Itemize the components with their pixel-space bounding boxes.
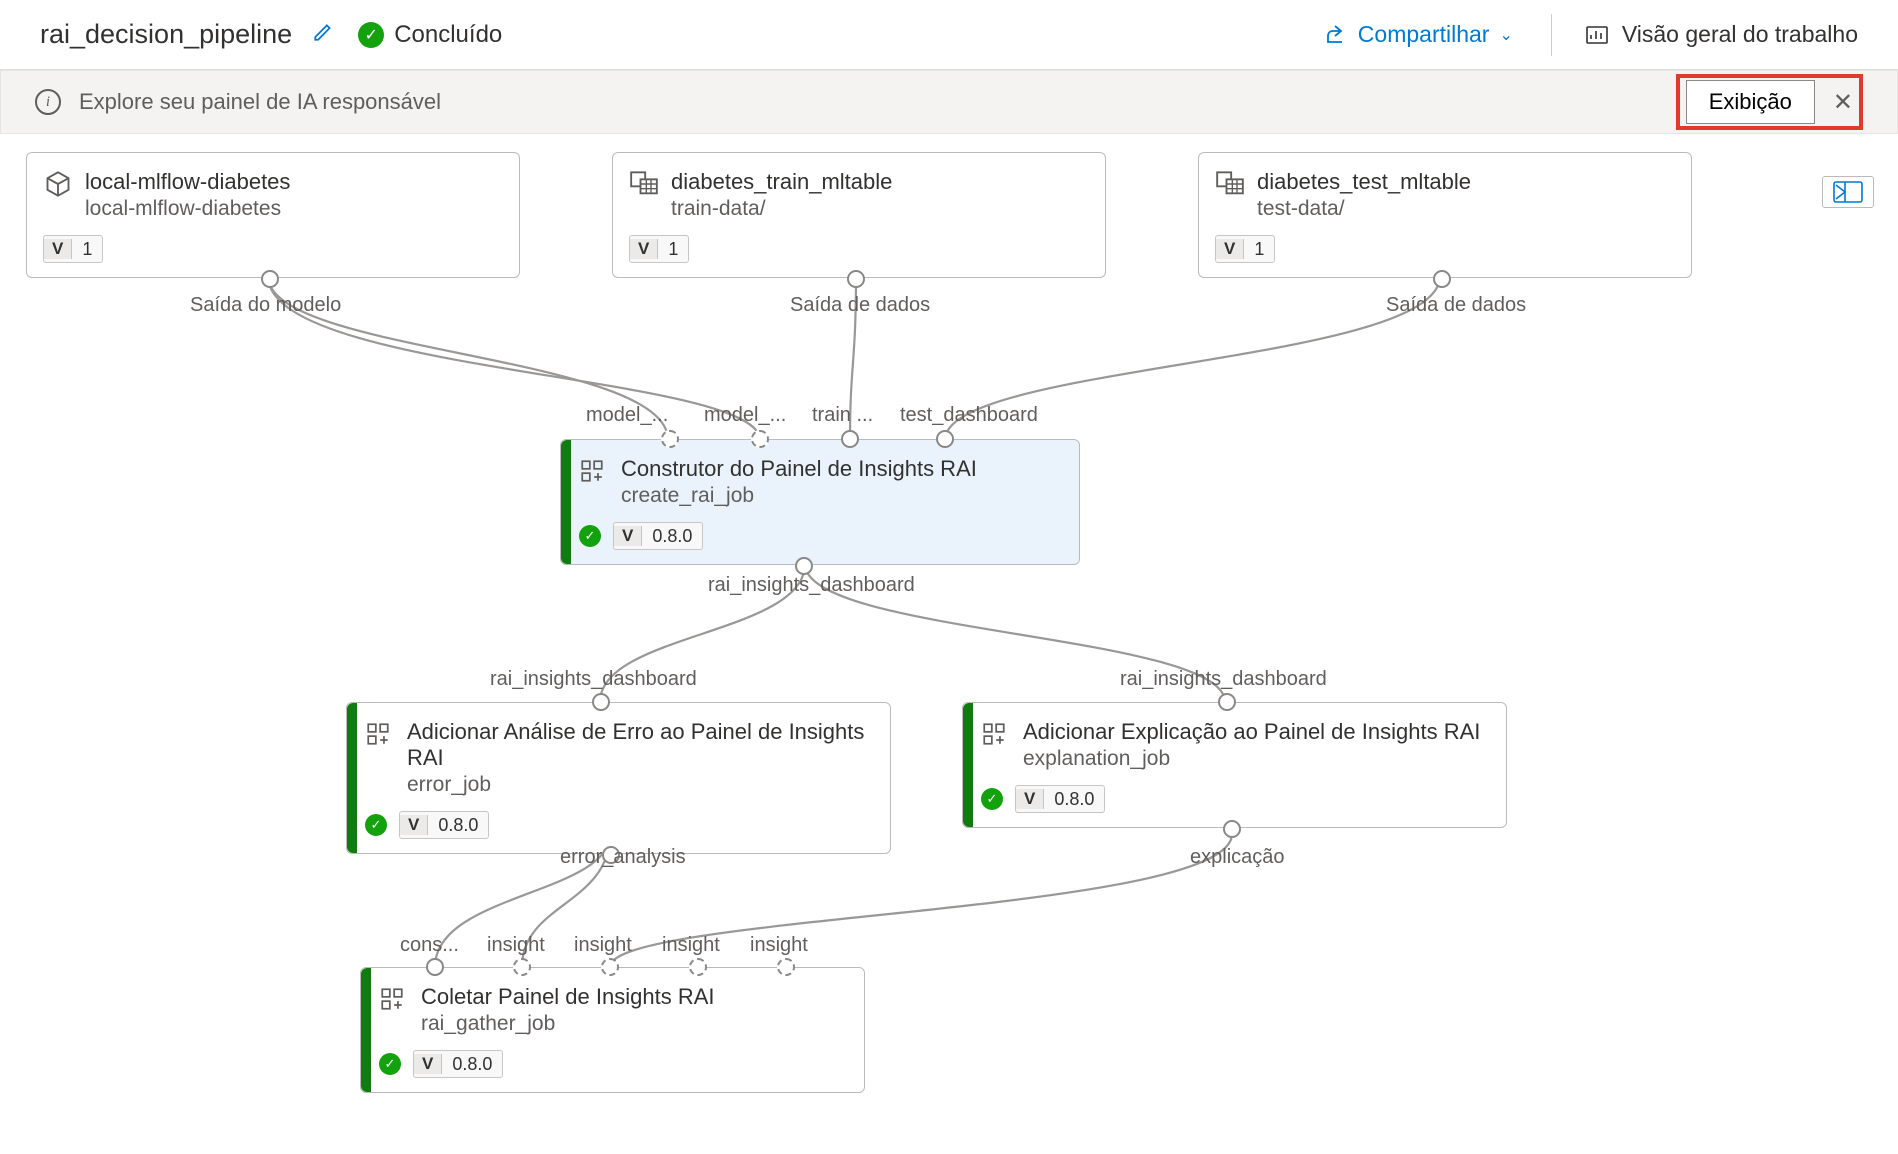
exhibit-button[interactable]: Exibição [1686,80,1815,124]
node-gather[interactable]: Coletar Painel de Insights RAI rai_gathe… [360,967,865,1093]
output-port[interactable] [1223,820,1241,838]
node-subtitle: create_rai_job [621,484,1059,508]
input-port[interactable] [936,430,954,448]
node-subtitle: train-data/ [671,197,1085,221]
mltable-icon [629,169,659,199]
node-title: Coletar Painel de Insights RAI [421,984,844,1010]
version-chip: V0.8.0 [613,522,703,550]
overview-label: Visão geral do trabalho [1622,21,1858,48]
autolayout-button[interactable] [1822,176,1874,208]
node-title: Adicionar Explicação ao Painel de Insigh… [1023,719,1486,745]
port-label: rai_insights_dashboard [708,574,915,597]
version-chip: V1 [43,235,103,263]
input-port[interactable] [841,430,859,448]
port-label: rai_insights_dashboard [1120,668,1327,691]
edges-layer [0,134,1898,1154]
pipeline-canvas[interactable]: local-mlflow-diabetes local-mlflow-diabe… [0,134,1898,1154]
port-label: model_... [586,404,668,427]
port-label: insight [574,934,632,957]
port-label: insight [750,934,808,957]
rai-banner: i Explore seu painel de IA responsável E… [0,70,1898,134]
port-label: rai_insights_dashboard [490,668,697,691]
version-chip: V0.8.0 [1015,785,1105,813]
node-subtitle: rai_gather_job [421,1012,844,1036]
status-success-icon: ✓ [579,525,601,547]
mltable-icon [1215,169,1245,199]
port-label: test_dashboard [900,404,1038,427]
page-header: rai_decision_pipeline ✓ Concluído Compar… [0,0,1898,70]
port-label: error_analysis [560,846,686,869]
share-button[interactable]: Compartilhar ⌄ [1324,21,1513,48]
status-success-icon: ✓ [379,1053,401,1075]
edit-icon[interactable] [312,21,334,49]
port-label: train ... [812,404,873,427]
close-icon[interactable]: ✕ [1833,88,1853,117]
output-port[interactable] [795,557,813,575]
node-subtitle: local-mlflow-diabetes [85,197,499,221]
job-overview-button[interactable]: Visão geral do trabalho [1584,21,1858,48]
input-port[interactable] [751,430,769,448]
version-chip: V0.8.0 [399,811,489,839]
banner-text: Explore seu painel de IA responsável [79,89,441,115]
chevron-down-icon: ⌄ [1499,25,1512,45]
node-test[interactable]: diabetes_test_mltable test-data/ V1 [1198,152,1692,278]
node-train[interactable]: diabetes_train_mltable train-data/ V1 [612,152,1106,278]
port-label: Saída de dados [790,294,930,317]
status-success-icon: ✓ [358,22,384,48]
input-port[interactable] [426,958,444,976]
input-port[interactable] [777,958,795,976]
port-label: Saída de dados [1386,294,1526,317]
port-label: model_... [704,404,786,427]
component-icon [377,984,407,1014]
output-port[interactable] [261,270,279,288]
version-chip: V0.8.0 [413,1050,503,1078]
component-icon [363,719,393,749]
port-label: insight [487,934,545,957]
output-port[interactable] [847,270,865,288]
info-icon: i [35,89,61,115]
status-success-icon: ✓ [981,788,1003,810]
port-label: insight [662,934,720,957]
version-chip: V1 [1215,235,1275,263]
status-text: Concluído [394,21,502,49]
node-title: Construtor do Painel de Insights RAI [621,456,1059,482]
node-title: diabetes_test_mltable [1257,169,1671,195]
input-port[interactable] [689,958,707,976]
node-explain[interactable]: Adicionar Explicação ao Painel de Insigh… [962,702,1507,828]
node-mlflow[interactable]: local-mlflow-diabetes local-mlflow-diabe… [26,152,520,278]
exhibit-highlight: Exibição ✕ [1676,74,1863,130]
port-label: explicação [1190,846,1285,869]
port-label: Saída do modelo [190,294,341,317]
node-title: Adicionar Análise de Erro ao Painel de I… [407,719,870,771]
component-icon [979,719,1009,749]
component-icon [577,456,607,486]
node-subtitle: test-data/ [1257,197,1671,221]
node-title: local-mlflow-diabetes [85,169,499,195]
share-label: Compartilhar [1358,21,1490,48]
status-badge: ✓ Concluído [358,21,502,49]
input-port[interactable] [513,958,531,976]
status-success-icon: ✓ [365,814,387,836]
cube-icon [43,169,73,199]
input-port[interactable] [1218,693,1236,711]
output-port[interactable] [1433,270,1451,288]
input-port[interactable] [592,693,610,711]
node-subtitle: explanation_job [1023,747,1486,771]
input-port[interactable] [601,958,619,976]
input-port[interactable] [661,430,679,448]
node-error[interactable]: Adicionar Análise de Erro ao Painel de I… [346,702,891,854]
port-label: cons... [400,934,459,957]
version-chip: V1 [629,235,689,263]
node-title: diabetes_train_mltable [671,169,1085,195]
pipeline-title: rai_decision_pipeline [40,19,292,50]
node-subtitle: error_job [407,773,870,797]
node-builder[interactable]: Construtor do Painel de Insights RAI cre… [560,439,1080,565]
